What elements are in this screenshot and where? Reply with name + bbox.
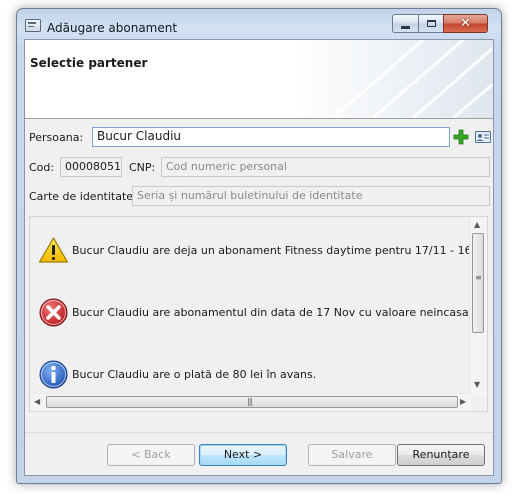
page-title: Selectie partener: [30, 56, 148, 70]
carte-field[interactable]: Seria și numărul buletinului de identita…: [132, 186, 490, 206]
dialog-client-area: Selectie partener Persoana: Bucur Claudi…: [24, 39, 494, 476]
close-button[interactable]: ✕: [443, 14, 488, 33]
scroll-left-arrow-icon[interactable]: ◀: [34, 398, 40, 406]
grip-icon: ≡: [475, 273, 482, 282]
carte-label: Carte de identitate:: [29, 190, 137, 203]
cod-field: 00008051: [60, 157, 122, 177]
header-banner-graphic: [293, 40, 493, 118]
vertical-scroll-thumb[interactable]: ≡: [472, 233, 484, 333]
minimize-button[interactable]: [392, 14, 419, 33]
close-icon: ✕: [460, 16, 471, 31]
scroll-down-arrow-icon[interactable]: ▼: [474, 381, 480, 389]
horizontal-scrollbar[interactable]: ◀ ||| ▶: [30, 393, 471, 411]
window-title: Adăugare abonament: [47, 21, 178, 35]
error-icon: [39, 298, 68, 326]
plus-icon[interactable]: [453, 129, 469, 145]
cod-label: Cod:: [29, 161, 55, 174]
scroll-right-arrow-icon[interactable]: ▶: [460, 398, 466, 406]
salvare-button[interactable]: Salvare: [308, 444, 396, 466]
warning-icon: [38, 237, 69, 263]
app-icon: [25, 19, 41, 32]
messages-panel[interactable]: Bucur Claudiu are deja un abonament Fitn…: [29, 216, 488, 412]
persoana-field[interactable]: Bucur Claudiu: [92, 127, 450, 147]
info-message-text: Bucur Claudiu are o plată de 80 lei în a…: [72, 367, 317, 381]
dialog-window: Adăugare abonament ✕ Selectie partener P…: [16, 8, 502, 484]
wizard-header: Selectie partener: [25, 40, 493, 119]
error-message-text: Bucur Claudiu are abonamentul din data d…: [72, 305, 488, 319]
cnp-label: CNP:: [129, 161, 156, 174]
scroll-up-arrow-icon[interactable]: ▲: [474, 221, 480, 229]
grip-icon: |||: [247, 397, 253, 406]
cnp-field[interactable]: Cod numeric personal: [161, 157, 490, 177]
next-button[interactable]: Next >: [199, 444, 287, 466]
maximize-button[interactable]: [418, 14, 444, 33]
minimize-icon: [401, 25, 410, 29]
title-bar[interactable]: Adăugare abonament ✕: [17, 9, 501, 39]
info-icon: [39, 360, 68, 388]
maximize-icon: [426, 20, 436, 27]
info-message: Bucur Claudiu are o plată de 80 lei în a…: [38, 357, 316, 391]
persoana-label: Persoana:: [29, 131, 84, 144]
button-bar-divider: [25, 432, 493, 433]
warning-message-text: Bucur Claudiu are deja un abonament Fitn…: [72, 243, 488, 257]
id-card-icon[interactable]: [475, 129, 491, 145]
warning-message: Bucur Claudiu are deja un abonament Fitn…: [38, 233, 488, 267]
horizontal-scroll-thumb[interactable]: |||: [46, 396, 458, 408]
back-button[interactable]: < Back: [107, 444, 195, 466]
renuntare-button[interactable]: Renunțare: [397, 444, 485, 466]
error-message: Bucur Claudiu are abonamentul din data d…: [38, 295, 488, 329]
vertical-scrollbar[interactable]: ▲ ≡ ▼: [469, 217, 487, 395]
